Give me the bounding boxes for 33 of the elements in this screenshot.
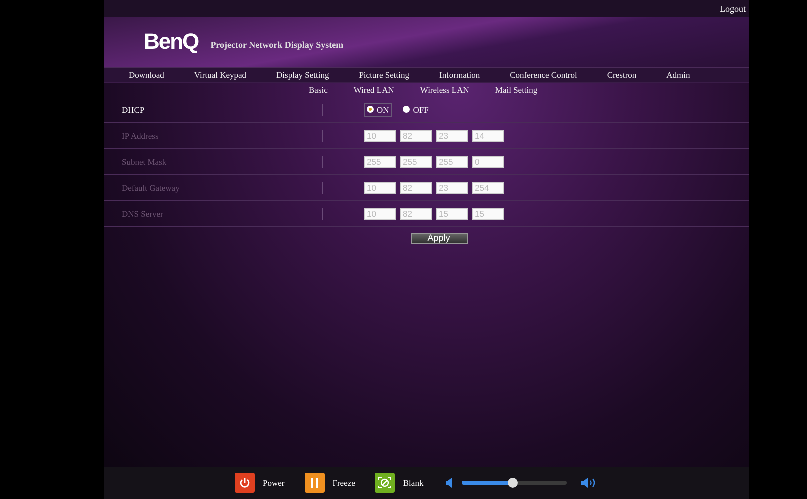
nav-tab[interactable]: Download — [128, 70, 166, 80]
blank-button[interactable]: Blank — [375, 473, 424, 493]
nav-tab[interactable]: Conference Control — [509, 70, 578, 80]
volume-low-icon[interactable] — [446, 478, 452, 488]
field-label: Subnet Mask — [121, 156, 168, 166]
product-title: Projector Network Display System — [210, 40, 344, 50]
field-label: DNS Server — [121, 208, 164, 218]
blank-screen-icon — [375, 473, 396, 493]
nav-tab[interactable]: Information — [438, 70, 482, 80]
nav-tab[interactable]: Display Setting — [276, 70, 330, 80]
brand-logo: BenQ — [144, 29, 199, 55]
power-button[interactable]: Power — [235, 473, 285, 493]
nav-tab[interactable]: Admin — [666, 70, 692, 80]
subnav-tab[interactable]: Wired LAN — [354, 85, 394, 95]
volume-high-icon[interactable] — [580, 477, 597, 489]
logout-link[interactable]: Logout — [720, 4, 746, 14]
freeze-button[interactable]: Freeze — [304, 473, 356, 493]
pause-icon — [304, 473, 325, 493]
nav-tab[interactable]: Virtual Keypad — [193, 70, 248, 80]
field-label: Default Gateway — [121, 182, 181, 192]
subnav-tab[interactable]: Basic — [309, 85, 328, 95]
nav-tab[interactable]: Picture Setting — [358, 70, 410, 80]
apply-button[interactable]: Apply — [410, 232, 468, 244]
radio-option[interactable]: OFF — [400, 102, 432, 116]
slider-thumb[interactable] — [508, 478, 518, 488]
power-icon — [235, 473, 255, 493]
volume-slider[interactable] — [462, 481, 567, 485]
subnav-tab[interactable]: Wireless LAN — [420, 85, 470, 95]
field-label: DHCP — [121, 104, 146, 114]
subnav-tab[interactable]: Mail Setting — [495, 85, 538, 95]
radio-option[interactable]: ON — [364, 102, 392, 116]
field-label: IP Address — [121, 130, 160, 140]
nav-tab[interactable]: Crestron — [606, 70, 638, 80]
